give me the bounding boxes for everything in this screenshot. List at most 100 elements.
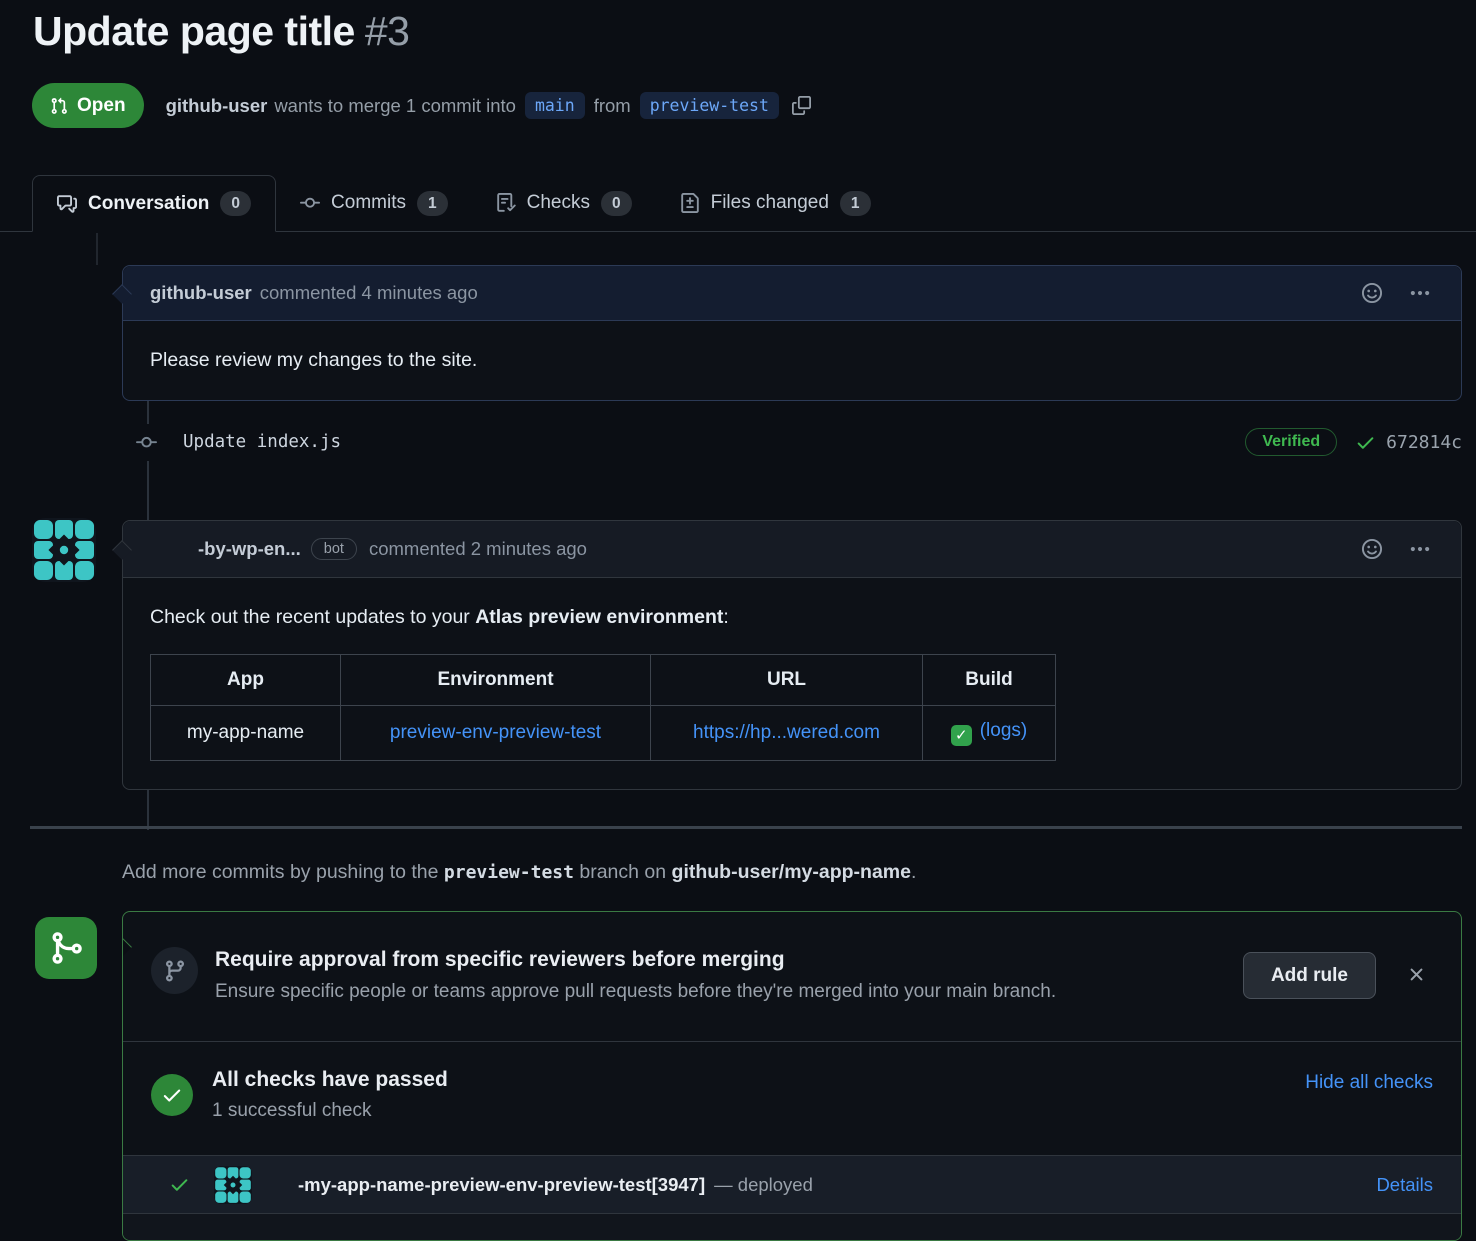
build-cell: ✓ (logs)	[923, 706, 1056, 761]
branch-rule-banner: Require approval from specific reviewers…	[123, 912, 1461, 1041]
pr-status-row: Open github-user wants to merge 1 commit…	[32, 83, 811, 128]
comment-author-name[interactable]: github-user	[150, 282, 252, 304]
commit-sha[interactable]: 672814c	[1386, 432, 1462, 453]
check-success-icon	[169, 1174, 190, 1195]
pr-author[interactable]: github-user	[166, 95, 268, 117]
comment-author: github-user commented 4 minutes ago Plea…	[122, 265, 1462, 401]
repo-name: github-user/my-app-name	[672, 861, 911, 883]
smiley-icon	[1361, 538, 1383, 560]
preview-url-link[interactable]: https://hp...wered.com	[693, 722, 880, 743]
merge-text: wants to merge 1 commit into	[274, 95, 516, 117]
preview-env-table: App Environment URL Build my-app-name pr…	[150, 654, 1056, 761]
comment-bot: -by-wp-en... bot commented 2 minutes ago…	[122, 520, 1462, 790]
hide-all-checks-link[interactable]: Hide all checks	[1305, 1072, 1433, 1094]
rule-banner-description: Ensure specific people or teams approve …	[215, 981, 1219, 1003]
tab-count: 0	[601, 191, 632, 216]
environment-link[interactable]: preview-env-preview-test	[390, 722, 601, 743]
from-text: from	[594, 95, 631, 117]
tab-label: Files changed	[711, 192, 829, 214]
tab-checks[interactable]: Checks 0	[472, 175, 656, 231]
pr-tab-bar: Conversation 0 Commits 1 Checks 0 Files …	[0, 175, 1476, 232]
emoji-reaction-button[interactable]	[1361, 538, 1383, 560]
bot-author-name[interactable]: -by-wp-en...	[198, 538, 301, 560]
pr-title-text: Update page title	[33, 8, 355, 54]
smiley-icon	[1361, 282, 1383, 304]
commit-message[interactable]: Update index.js	[183, 432, 341, 452]
copy-branch-button[interactable]	[792, 96, 811, 115]
tab-count: 1	[840, 191, 871, 216]
col-url: URL	[651, 655, 923, 706]
tab-label: Conversation	[88, 193, 209, 215]
kebab-horizontal-icon	[1409, 282, 1431, 304]
build-success-emoji: ✓	[951, 725, 972, 746]
checks-summary: All checks have passed 1 successful chec…	[123, 1041, 1461, 1155]
bot-badge: bot	[311, 538, 357, 560]
check-run-status: — deployed	[714, 1174, 813, 1196]
emoji-reaction-button[interactable]	[1361, 282, 1383, 304]
git-branch-icon	[151, 947, 198, 994]
tab-conversation[interactable]: Conversation 0	[32, 175, 276, 232]
copy-icon	[792, 96, 811, 115]
comment-header: github-user commented 4 minutes ago	[123, 266, 1461, 321]
merge-box-next-section	[123, 1213, 1461, 1241]
checklist-icon	[496, 193, 516, 213]
comment-body: Please review my changes to the site.	[123, 321, 1461, 400]
add-rule-button[interactable]: Add rule	[1243, 952, 1376, 999]
comment-header: -by-wp-en... bot commented 2 minutes ago	[123, 521, 1461, 578]
tab-label: Checks	[527, 192, 590, 214]
comment-caret	[112, 284, 132, 304]
check-app-avatar	[214, 1166, 252, 1204]
check-details-link[interactable]: Details	[1376, 1174, 1433, 1196]
table-header-row: App Environment URL Build	[151, 655, 1056, 706]
checks-title: All checks have passed	[212, 1068, 1305, 1092]
section-divider	[30, 826, 1462, 829]
timeline-line	[96, 233, 98, 265]
comment-options-button[interactable]	[1409, 538, 1431, 560]
tab-files-changed[interactable]: Files changed 1	[656, 175, 895, 231]
base-branch-label[interactable]: main	[525, 92, 585, 119]
close-icon	[1406, 964, 1427, 985]
comment-options-button[interactable]	[1409, 282, 1431, 304]
dismiss-banner-button[interactable]	[1406, 964, 1427, 985]
tab-count: 0	[220, 191, 251, 216]
merge-status-box: Require approval from specific reviewers…	[122, 911, 1462, 1241]
git-merge-icon	[48, 930, 84, 966]
tab-commits[interactable]: Commits 1	[276, 175, 472, 231]
comment-caret	[112, 540, 132, 560]
build-logs-link[interactable]: (logs)	[980, 720, 1028, 741]
git-pull-request-icon	[50, 97, 68, 115]
table-row: my-app-name preview-env-preview-test htt…	[151, 706, 1056, 761]
check-run-name: -my-app-name-preview-env-preview-test[39…	[298, 1174, 705, 1196]
git-commit-icon	[300, 193, 320, 213]
commit-entry: Update index.js Verified 672814c	[122, 424, 1462, 460]
page-title: Update page title#3	[33, 8, 409, 55]
bot-avatar[interactable]	[32, 518, 96, 582]
open-status-label: Open	[77, 95, 126, 117]
col-build: Build	[923, 655, 1056, 706]
col-app: App	[151, 655, 341, 706]
merge-status-icon	[35, 917, 97, 979]
check-icon	[1355, 432, 1376, 453]
open-status-badge: Open	[32, 83, 144, 128]
pr-number: #3	[365, 8, 410, 54]
checks-passed-icon	[151, 1074, 193, 1116]
verified-badge[interactable]: Verified	[1245, 428, 1337, 456]
kebab-horizontal-icon	[1409, 538, 1431, 560]
comment-discussion-icon	[57, 194, 77, 214]
col-environment: Environment	[341, 655, 651, 706]
tab-label: Commits	[331, 192, 406, 214]
branch-code: preview-test	[444, 862, 574, 883]
check-run-row: -my-app-name-preview-env-preview-test[39…	[123, 1155, 1461, 1213]
comment-body: Check out the recent updates to your Atl…	[123, 578, 1461, 789]
pr-meta-line: github-user wants to merge 1 commit into…	[166, 92, 811, 119]
checks-subtitle: 1 successful check	[212, 1100, 1305, 1122]
rule-banner-title: Require approval from specific reviewers…	[215, 948, 1219, 972]
app-name-cell: my-app-name	[151, 706, 341, 761]
preview-intro: Check out the recent updates to your Atl…	[150, 606, 1434, 629]
push-note: Add more commits by pushing to the previ…	[122, 861, 916, 884]
head-branch-label[interactable]: preview-test	[640, 92, 779, 119]
atlas-env-bold: Atlas preview environment	[475, 606, 723, 628]
comment-timestamp: commented 2 minutes ago	[369, 538, 587, 560]
git-commit-icon	[134, 424, 159, 461]
file-diff-icon	[680, 193, 700, 213]
